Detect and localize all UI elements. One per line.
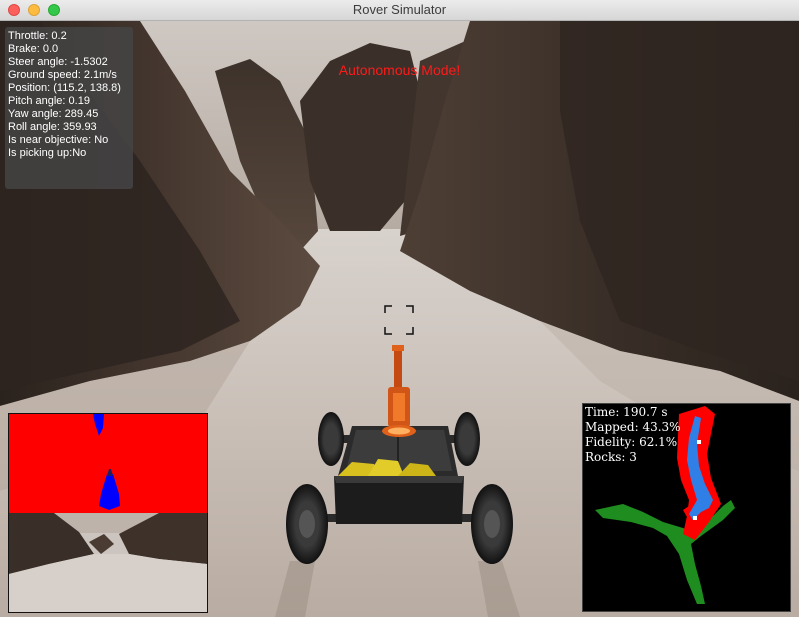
- rock-marker: [693, 516, 697, 520]
- telemetry-panel: Throttle: 0.2 Brake: 0.0 Steer angle: -1…: [5, 27, 133, 189]
- fidelity-percent: Fidelity: 62.1%: [585, 435, 678, 449]
- rocks-count: Rocks: 3: [585, 450, 637, 464]
- world-map-inset: Time: 190.7 s Mapped: 43.3% Fidelity: 62…: [582, 403, 791, 612]
- mode-banner-wrap: Autonomous Mode!: [0, 62, 799, 78]
- throttle-readout: Throttle: 0.2: [8, 30, 67, 42]
- maximize-window-button[interactable]: [48, 4, 60, 16]
- picking-up-readout: Is picking up:No: [8, 147, 87, 159]
- perception-view: [9, 414, 207, 612]
- pitch-angle-readout: Pitch angle: 0.19: [8, 95, 90, 107]
- brake-readout: Brake: 0.0: [8, 43, 59, 55]
- map-stats: Time: 190.7 s Mapped: 43.3% Fidelity: 62…: [585, 405, 681, 465]
- yaw-angle-readout: Yaw angle: 289.45: [8, 108, 99, 120]
- close-window-button[interactable]: [8, 4, 20, 16]
- window-title: Rover Simulator: [352, 2, 447, 17]
- game-viewport[interactable]: Throttle: 0.2 Brake: 0.0 Steer angle: -1…: [0, 21, 799, 617]
- simulator-window: Rover Simulator Throttle: 0.2 Brake: 0.0…: [0, 0, 799, 617]
- minimize-window-button[interactable]: [28, 4, 40, 16]
- roll-angle-readout: Roll angle: 359.93: [8, 121, 97, 133]
- autonomous-mode-banner: Autonomous Mode!: [338, 62, 461, 78]
- camera-view: [9, 513, 207, 612]
- rover-position-marker: [697, 440, 701, 444]
- ground-truth-map: [595, 500, 735, 604]
- elapsed-time: Time: 190.7 s: [585, 405, 668, 419]
- near-objective-readout: Is near objective: No: [8, 134, 109, 146]
- vision-image-inset: [8, 413, 208, 613]
- position-readout: Position: (115.2, 138.8): [8, 82, 121, 94]
- mapped-percent: Mapped: 43.3%: [585, 420, 681, 434]
- title-bar: Rover Simulator: [0, 0, 799, 21]
